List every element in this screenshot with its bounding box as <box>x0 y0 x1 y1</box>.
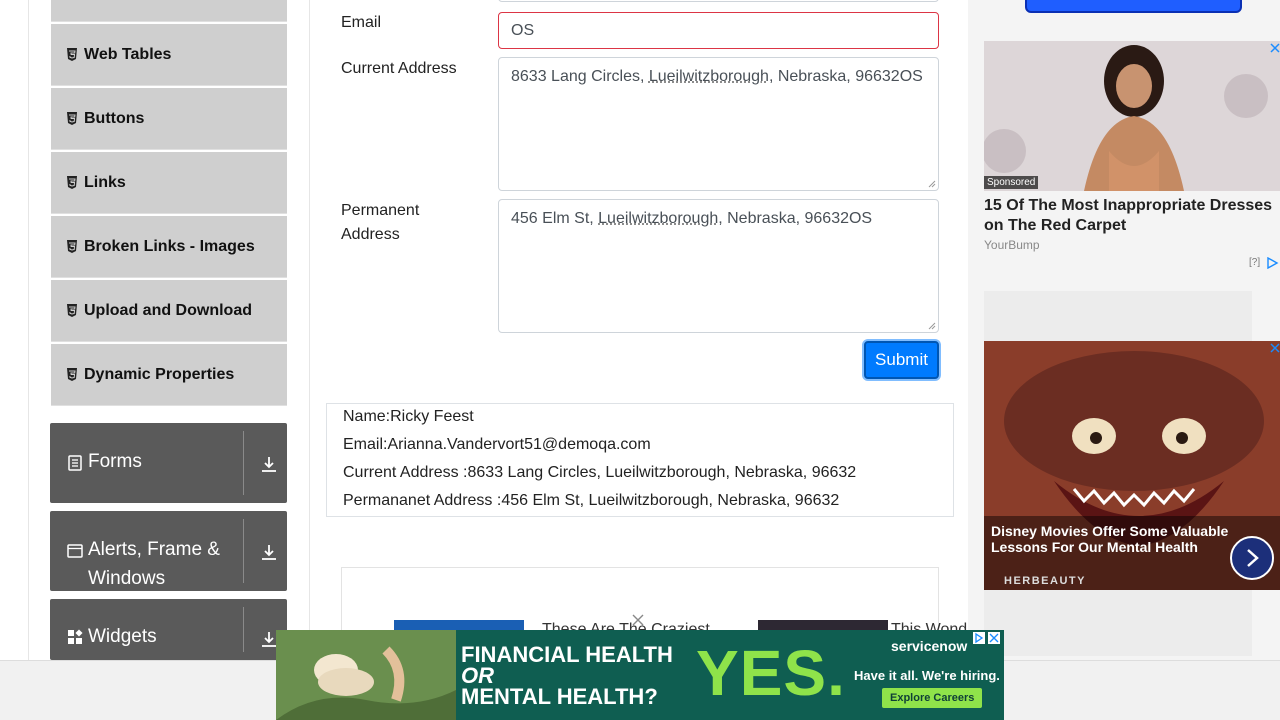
sidebar-item-label: Dynamic Properties <box>84 365 235 383</box>
sidebar-group-forms[interactable]: Forms <box>50 423 287 503</box>
submit-button[interactable]: Submit <box>864 341 939 379</box>
html5-icon <box>67 368 77 381</box>
download-icon[interactable] <box>260 455 278 473</box>
sidebar-item-label: Web Tables <box>84 45 172 63</box>
banner-headline: FINANCIAL HEALTH OR MENTAL HEALTH? <box>461 644 673 709</box>
output-permanent-address: Permananet Address :456 Elm St, Lueilwit… <box>343 492 840 509</box>
sidebar-group-alerts[interactable]: Alerts, Frame & Windows <box>50 511 287 591</box>
ad-brand: HERBEAUTY <box>1004 575 1086 587</box>
left-sidebar: Web Tables Buttons Links Broken Links - … <box>28 0 310 660</box>
banner-brand: servicenow <box>891 638 968 654</box>
adchoices-icon[interactable] <box>1266 257 1280 269</box>
html5-icon <box>67 48 77 61</box>
html5-icon <box>67 112 77 125</box>
current-address-label: Current Address <box>341 60 457 77</box>
sidebar-item-broken-links[interactable]: Broken Links - Images <box>51 216 287 278</box>
sidebar-item-top[interactable] <box>51 0 287 22</box>
page-root: Web Tables Buttons Links Broken Links - … <box>0 0 1280 720</box>
ad-close-icon[interactable] <box>988 632 1000 644</box>
close-icon[interactable] <box>632 614 644 626</box>
ad-top-button[interactable] <box>1025 0 1242 13</box>
ad-next-button[interactable] <box>1230 536 1274 580</box>
sidebar-item-web-tables[interactable]: Web Tables <box>51 24 287 86</box>
permanent-address-label: Permanent Address <box>341 202 420 243</box>
sponsored-label: Sponsored <box>984 176 1039 189</box>
current-address-text-end: , Nebraska, 96632OS <box>768 68 923 85</box>
sidebar-item-label: Links <box>84 173 126 191</box>
sidebar-item-label: Upload and Download <box>84 301 252 319</box>
group-divider <box>243 607 244 652</box>
sidebar-item-links[interactable]: Links <box>51 152 287 214</box>
ad-close-icon[interactable] <box>1270 343 1280 353</box>
permanent-address-field[interactable]: 456 Elm St, Lueilwitzborough, Nebraska, … <box>498 199 939 333</box>
resize-handle-icon[interactable] <box>928 180 936 188</box>
banner-yes: YES. <box>696 637 846 709</box>
sidebar-item-upload-download[interactable]: Upload and Download <box>51 280 287 342</box>
sidebar-item-label: Broken Links - Images <box>84 237 255 255</box>
sidebar-group-label: Forms <box>88 451 142 472</box>
sidebar-group-label: Alerts, Frame & Windows <box>88 539 220 589</box>
download-icon[interactable] <box>260 543 278 561</box>
sidebar-item-buttons[interactable]: Buttons <box>51 88 287 150</box>
html5-icon <box>67 176 77 189</box>
output-panel: Name:Ricky Feest Email:Arianna.Vandervor… <box>326 403 954 517</box>
previous-field-edge[interactable] <box>498 0 939 2</box>
current-address-field[interactable]: 8633 Lang Circles, Lueilwitzborough, Neb… <box>498 57 939 191</box>
output-current-address: Current Address :8633 Lang Circles, Luei… <box>343 464 857 481</box>
group-divider <box>243 431 244 495</box>
form-icon <box>68 455 82 471</box>
promo-thumb-1[interactable] <box>394 620 524 630</box>
email-label: Email <box>341 14 382 31</box>
bottom-ad-banner[interactable]: FINANCIAL HEALTH OR MENTAL HEALTH? YES. … <box>276 630 1004 720</box>
html5-icon <box>67 304 77 317</box>
output-name: Name:Ricky Feest <box>343 408 474 425</box>
resize-handle-icon[interactable] <box>928 322 936 330</box>
promo-thumb-2[interactable] <box>758 620 888 630</box>
ad-title[interactable]: 15 Of The Most Inappropriate Dresses on … <box>984 196 1280 236</box>
ad-image-red-carpet[interactable] <box>984 41 1280 191</box>
html5-icon <box>67 240 77 253</box>
email-field[interactable]: OS <box>498 12 939 49</box>
sidebar-item-dynamic-properties[interactable]: Dynamic Properties <box>51 344 287 406</box>
spellcheck-word: Lueilwitzborough <box>598 210 719 227</box>
window-icon <box>67 544 83 558</box>
banner-line-3: MENTAL HEALTH? <box>461 684 658 709</box>
ad-close-icon[interactable] <box>1270 43 1280 53</box>
ad-source[interactable]: YourBump <box>984 238 1040 252</box>
sidebar-group-label: Widgets <box>88 626 157 647</box>
sidebar-group-widgets[interactable]: Widgets <box>50 599 287 660</box>
adchoices-label[interactable]: [?] <box>1249 257 1260 268</box>
permanent-address-text: 456 Elm St, <box>511 210 599 227</box>
email-value: OS <box>511 22 535 39</box>
ad-title[interactable]: Disney Movies Offer Some Valuable Lesson… <box>991 523 1231 555</box>
ad-photo <box>276 630 456 720</box>
current-address-text: 8633 Lang Circles, <box>511 68 649 85</box>
permanent-address-text-end: , Nebraska, 96632OS <box>718 210 873 227</box>
chevron-right-icon <box>1247 549 1259 567</box>
widgets-icon <box>68 629 83 644</box>
banner-cta-button[interactable]: Explore Careers <box>882 688 983 708</box>
adchoices-icon[interactable] <box>973 632 985 644</box>
output-email: Email:Arianna.Vandervort51@demoqa.com <box>343 436 651 453</box>
sidebar-item-label: Buttons <box>84 109 145 127</box>
banner-tagline: Have it all. We're hiring. <box>854 668 1000 683</box>
group-divider <box>243 519 244 583</box>
spellcheck-word: Lueilwitzborough <box>648 68 769 85</box>
